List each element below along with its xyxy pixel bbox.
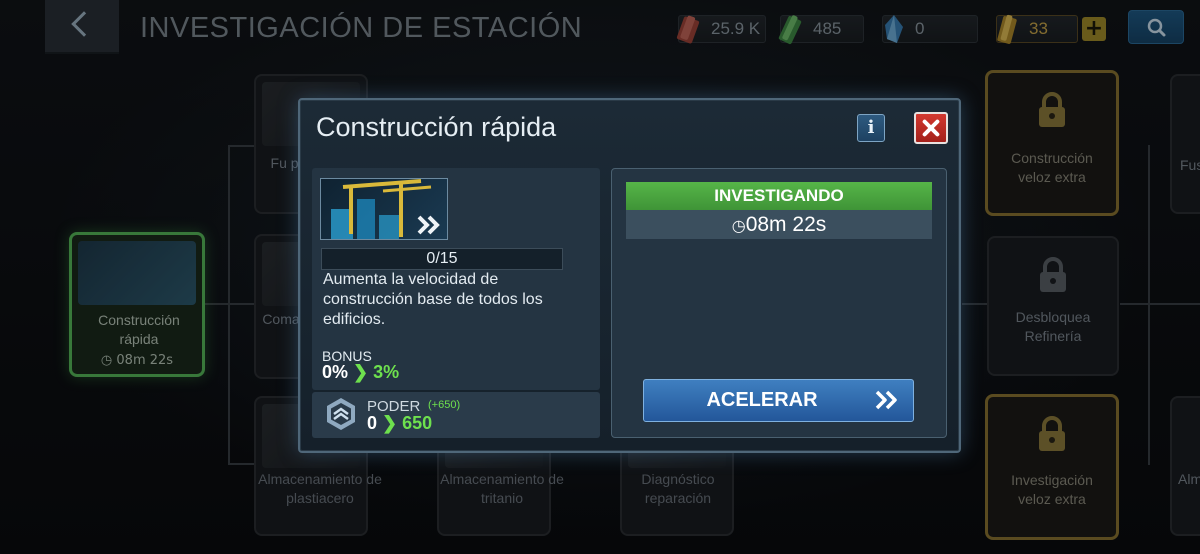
power-from: 0: [367, 413, 378, 433]
bonus-from: 0%: [322, 362, 349, 382]
construction-crane-icon: [331, 179, 440, 239]
power-delta: (+650): [428, 399, 461, 411]
timer-value: 08m 22s: [745, 213, 827, 236]
speed-up-label: ACELERAR: [706, 389, 818, 411]
modal-title: Construcción rápida: [316, 112, 557, 142]
power-values: 0 ❯ 650: [367, 413, 432, 434]
bonus-to: 3%: [373, 362, 400, 382]
bonus-values: 0% ❯ 3%: [322, 362, 399, 383]
speed-up-button[interactable]: ACELERAR: [643, 379, 914, 422]
info-button[interactable]: i: [857, 114, 885, 142]
chevron-right-icon: ❯: [382, 413, 398, 433]
research-level-progress: 0/15: [321, 248, 563, 270]
research-timer: ◷08m 22s: [626, 210, 932, 239]
status-investigating: INVESTIGANDO: [626, 182, 932, 210]
research-thumbnail: [320, 178, 448, 240]
research-description: Aumenta la velocidad de construcción bas…: [323, 271, 543, 328]
double-chevron-right-icon: [875, 390, 897, 410]
chevron-right-icon: ❯: [353, 362, 369, 382]
power-icon: [327, 398, 355, 430]
clock-icon: ◷: [731, 218, 746, 235]
power-to: 650: [402, 413, 433, 433]
close-button[interactable]: [914, 112, 948, 144]
